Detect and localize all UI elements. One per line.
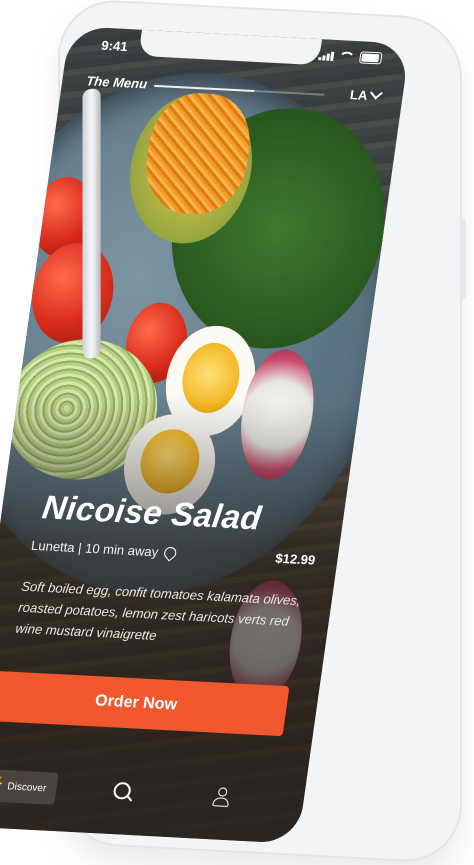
user-icon [212, 787, 231, 806]
dish-price: $12.99 [274, 550, 317, 568]
city-selector[interactable]: LA [349, 86, 383, 104]
side-button [460, 218, 466, 299]
search-icon [112, 781, 132, 800]
battery-icon [358, 51, 383, 65]
tab-profile[interactable] [212, 787, 231, 806]
city-label: LA [349, 87, 369, 103]
fork-image [82, 88, 101, 360]
bolt-icon [0, 777, 3, 794]
tab-discover-label: Discover [6, 780, 48, 794]
status-icons [318, 49, 383, 65]
signal-icon [318, 50, 335, 61]
wifi-icon [337, 50, 356, 63]
tab-discover[interactable]: Discover [0, 768, 59, 805]
chevron-down-icon [370, 86, 383, 100]
menu-title: The Menu [85, 73, 149, 92]
menu-progress-line [154, 84, 255, 93]
status-time: 9:41 [100, 37, 129, 55]
tab-search[interactable] [112, 781, 132, 800]
